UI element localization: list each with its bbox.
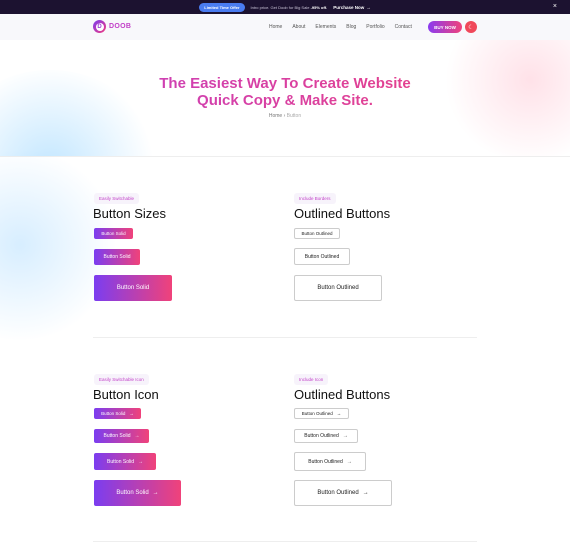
logo-mark-icon: D bbox=[93, 20, 106, 33]
arrow-right-icon: → bbox=[134, 433, 140, 439]
hero-title-line1: The Easiest Way To Create Website bbox=[0, 75, 570, 92]
close-icon[interactable]: × bbox=[553, 3, 557, 11]
button-solid-icon-medium[interactable]: Button Solid → bbox=[94, 429, 149, 443]
main-nav: Home About Elements Blog Portfolio Conta… bbox=[269, 24, 412, 30]
button-solid-icon-large[interactable]: Button Solid → bbox=[94, 453, 156, 470]
arrow-right-icon: → bbox=[366, 4, 371, 10]
logo-text: DOOB bbox=[109, 23, 132, 30]
button-outlined-medium[interactable]: Button Outlined bbox=[294, 248, 350, 265]
promo-discount: -95% off. bbox=[310, 4, 328, 10]
site-header: D DOOB Home About Elements Blog Portfoli… bbox=[0, 14, 570, 40]
breadcrumb-home[interactable]: Home bbox=[269, 113, 282, 119]
breadcrumb: Home › Button bbox=[0, 113, 570, 119]
button-outlined-small[interactable]: Button Outlined bbox=[294, 228, 340, 239]
nav-item-portfolio[interactable]: Portfolio bbox=[366, 24, 384, 30]
section-divider bbox=[93, 541, 477, 542]
limited-offer-badge: Limited Time Offer bbox=[199, 2, 245, 12]
button-outlined-icon-large[interactable]: Button Outlined → bbox=[294, 452, 366, 471]
outlined-buttons-icon-title: Outlined Buttons bbox=[294, 387, 391, 402]
section-divider bbox=[93, 337, 477, 338]
breadcrumb-separator: › bbox=[283, 113, 286, 119]
arrow-right-icon: → bbox=[152, 490, 159, 496]
tag-include-icon: Include Icon bbox=[294, 374, 329, 385]
button-solid-small[interactable]: Button Solid bbox=[94, 228, 133, 239]
nav-item-elements[interactable]: Elements bbox=[315, 24, 336, 30]
hero-section: The Easiest Way To Create Website Quick … bbox=[0, 40, 570, 156]
nav-item-home[interactable]: Home bbox=[269, 24, 282, 30]
tag-easily-switchable: Easily Switchable bbox=[94, 193, 140, 204]
promo-text: Intro price. Get Doob for Big Sale -95% … bbox=[250, 4, 328, 10]
arrow-right-icon: → bbox=[346, 458, 352, 465]
announcement-bar: Limited Time Offer Intro price. Get Doob… bbox=[0, 0, 570, 14]
button-sizes-title: Button Sizes bbox=[93, 206, 166, 221]
arrow-right-icon: → bbox=[342, 433, 348, 439]
button-outlined-large[interactable]: Button Outlined bbox=[294, 275, 382, 301]
button-outlined-icon-xlarge[interactable]: Button Outlined → bbox=[294, 480, 392, 506]
purchase-now-link[interactable]: Purchase Now → bbox=[333, 5, 371, 10]
arrow-right-icon: → bbox=[362, 490, 369, 496]
button-solid-icon-small[interactable]: Button Solid → bbox=[94, 408, 141, 419]
button-icon-title: Button Icon bbox=[93, 387, 159, 402]
buy-now-button[interactable]: BUY NOW bbox=[428, 21, 462, 33]
nav-item-about[interactable]: About bbox=[292, 24, 305, 30]
theme-toggle-icon[interactable]: ☾ bbox=[465, 21, 477, 33]
tag-include-borders: Include Borders bbox=[294, 193, 336, 204]
arrow-right-icon: → bbox=[336, 411, 342, 416]
button-outlined-icon-medium[interactable]: Button Outlined → bbox=[294, 429, 358, 443]
hero-title-line2: Quick Copy & Make Site. bbox=[0, 92, 570, 109]
button-outlined-icon-small[interactable]: Button Outlined → bbox=[294, 408, 349, 419]
tag-easily-switchable-icon: Easily Switchable Icon bbox=[94, 374, 149, 385]
arrow-right-icon: → bbox=[129, 411, 134, 416]
outlined-buttons-title: Outlined Buttons bbox=[294, 206, 391, 221]
nav-item-blog[interactable]: Blog bbox=[346, 24, 356, 30]
section-divider bbox=[0, 156, 570, 157]
button-solid-medium[interactable]: Button Solid bbox=[94, 249, 140, 265]
button-solid-icon-xlarge[interactable]: Button Solid → bbox=[94, 480, 181, 506]
arrow-right-icon: → bbox=[137, 458, 143, 465]
breadcrumb-current: Button bbox=[286, 113, 302, 119]
logo[interactable]: D DOOB bbox=[93, 20, 131, 33]
button-solid-large[interactable]: Button Solid bbox=[94, 275, 172, 301]
nav-item-contact[interactable]: Contact bbox=[395, 24, 412, 30]
